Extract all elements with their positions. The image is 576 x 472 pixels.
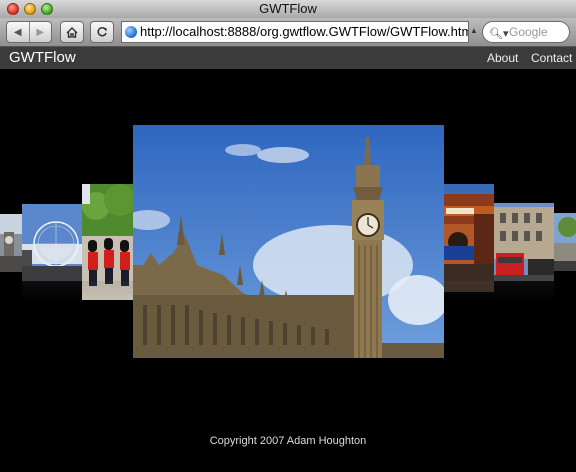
globe-icon [125, 26, 137, 38]
close-window-button[interactable] [7, 3, 19, 15]
tube-station-photo[interactable] [444, 184, 494, 292]
home-icon [66, 26, 78, 38]
url-text: http://localhost:8888/org.gwtflow.GWTFlo… [140, 24, 469, 39]
window-title: GWTFlow [259, 1, 317, 16]
back-arrow-icon[interactable]: ◀ [7, 22, 29, 42]
search-field[interactable]: 🔍︎▾ Google [482, 21, 570, 43]
far-left-clock-tower-photo[interactable] [0, 214, 22, 272]
browser-toolbar: ◀ ▶ http://localhost:8888/org.gwtflow.GW… [0, 18, 576, 47]
back-forward-group: ◀ ▶ [6, 21, 52, 43]
forward-arrow-icon[interactable]: ▶ [28, 22, 52, 42]
app-title: GWTFlow [9, 49, 76, 66]
reload-button[interactable] [90, 21, 114, 43]
url-dropdown-icon[interactable]: ▲ [470, 26, 478, 35]
search-placeholder: Google [509, 25, 548, 39]
zoom-window-button[interactable] [41, 3, 53, 15]
about-link[interactable]: About [487, 51, 518, 65]
copyright-footer: Copyright 2007 Adam Houghton [209, 435, 367, 447]
browser-window: GWTFlow ◀ ▶ http://localhost:8888/org.gw… [0, 0, 576, 472]
title-bar: GWTFlow [0, 0, 576, 18]
contact-link[interactable]: Contact [531, 51, 572, 65]
reflection-left [22, 281, 134, 301]
image-flow: Copyright 2007 Adam Houghton [0, 69, 576, 472]
address-bar[interactable]: http://localhost:8888/org.gwtflow.GWTFlo… [121, 21, 469, 43]
red-bus-street-photo[interactable] [494, 203, 554, 281]
reload-icon [97, 27, 107, 37]
reflection-right [444, 281, 554, 301]
london-eye-photo[interactable] [22, 204, 82, 281]
minimize-window-button[interactable] [24, 3, 36, 15]
search-icon: 🔍︎▾ [489, 28, 509, 40]
app-header: GWTFlow About Contact [0, 47, 576, 69]
home-button[interactable] [60, 21, 84, 43]
far-right-photo[interactable] [554, 213, 576, 271]
big-ben-photo[interactable] [133, 125, 444, 358]
